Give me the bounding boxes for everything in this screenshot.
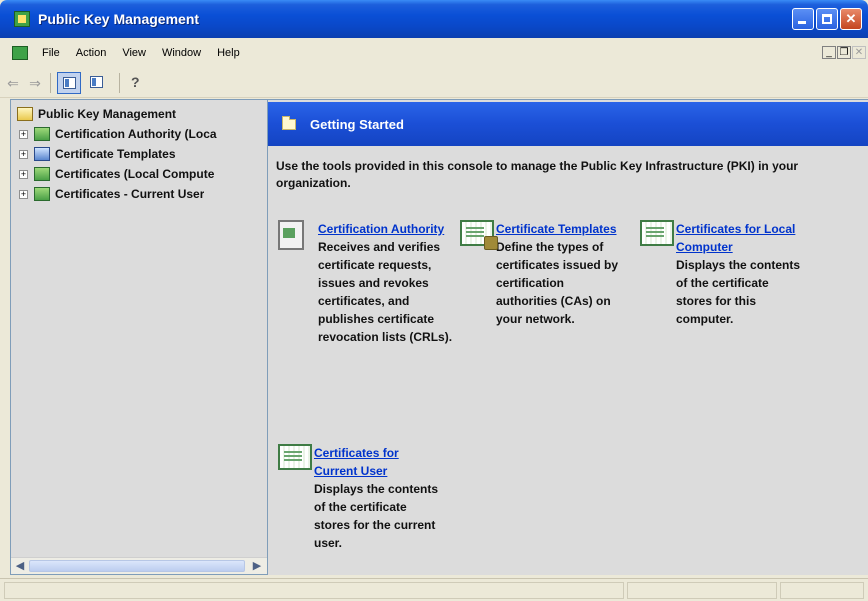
help-icon: ? bbox=[131, 73, 140, 90]
tree-item-label: Certification Authority (Loca bbox=[55, 127, 217, 141]
certification-authority-link[interactable]: Certification Authority bbox=[318, 220, 454, 238]
child-restore-button[interactable]: ❐ bbox=[837, 46, 851, 59]
console-app-icon bbox=[14, 11, 30, 27]
menu-file[interactable]: File bbox=[34, 47, 68, 59]
close-icon: ✕ bbox=[845, 11, 857, 26]
expand-icon[interactable]: + bbox=[19, 149, 28, 159]
getting-started-header: Getting Started bbox=[268, 102, 868, 146]
scroll-left-icon[interactable]: ◀ bbox=[13, 560, 27, 572]
forward-arrow-icon[interactable]: ⇒ bbox=[26, 74, 44, 92]
tree-item-certificate-templates[interactable]: + Certificate Templates bbox=[11, 144, 176, 164]
intro-text: Use the tools provided in this console t… bbox=[276, 159, 799, 190]
certificates-current-user-description: Displays the contents of the certificate… bbox=[314, 482, 439, 550]
folder-icon bbox=[282, 115, 296, 130]
expand-icon[interactable]: + bbox=[19, 169, 28, 179]
menu-action[interactable]: Action bbox=[68, 47, 115, 59]
console-tree[interactable]: Public Key Management + Certification Au… bbox=[10, 99, 268, 575]
tree-root[interactable]: Public Key Management bbox=[11, 104, 176, 124]
certificate-templates-description: Define the types of certificates issued … bbox=[496, 240, 619, 326]
toolbar-separator bbox=[50, 72, 51, 93]
page-title: Getting Started bbox=[310, 116, 404, 132]
export-list-icon bbox=[90, 75, 103, 88]
certificate-templates-icon[interactable] bbox=[460, 220, 498, 250]
show-hide-console-tree-button[interactable] bbox=[57, 71, 81, 94]
certificates-icon bbox=[34, 187, 50, 201]
item-certificate-templates: Certificate Templates Define the types o… bbox=[460, 220, 628, 328]
console-document-icon[interactable] bbox=[12, 46, 28, 60]
certificate-templates-icon bbox=[34, 147, 50, 161]
details-pane: Getting Started Use the tools provided i… bbox=[268, 99, 868, 575]
certificate-templates-link[interactable]: Certificate Templates bbox=[496, 220, 620, 238]
child-close-button[interactable]: ✕ bbox=[852, 46, 866, 59]
status-bar bbox=[0, 578, 868, 601]
certificates-icon bbox=[34, 167, 50, 181]
menu-window[interactable]: Window bbox=[154, 47, 209, 59]
item-certificates-current-user: Certificates for Current User Displays t… bbox=[278, 444, 454, 552]
expand-icon[interactable]: + bbox=[19, 189, 28, 199]
window-controls: ✕ bbox=[792, 8, 862, 30]
minimize-icon bbox=[798, 21, 806, 24]
tree-item-certificates-current-user[interactable]: + Certificates - Current User bbox=[11, 184, 204, 204]
back-arrow-icon[interactable]: ⇐ bbox=[4, 74, 22, 92]
certification-authority-description: Receives and verifies certificate reques… bbox=[318, 240, 453, 344]
tree-root-label: Public Key Management bbox=[38, 107, 177, 121]
expand-icon[interactable]: + bbox=[19, 129, 28, 139]
status-pane bbox=[780, 582, 864, 599]
help-button[interactable]: ? bbox=[126, 72, 150, 94]
certification-authority-icon bbox=[34, 127, 50, 141]
child-minimize-button[interactable]: _ bbox=[822, 46, 836, 59]
toolbar-separator bbox=[119, 72, 120, 93]
status-pane bbox=[627, 582, 777, 599]
maximize-icon bbox=[822, 14, 832, 24]
child-window-controls: _ ❐ ✕ bbox=[822, 46, 866, 59]
certificates-current-user-icon[interactable] bbox=[278, 444, 312, 470]
item-certificates-local-computer: Certificates for Local Computer Displays… bbox=[640, 220, 820, 328]
scroll-right-icon[interactable]: ▶ bbox=[250, 560, 264, 572]
certificates-local-computer-link[interactable]: Certificates for Local Computer bbox=[676, 220, 808, 256]
window-title: Public Key Management bbox=[38, 11, 200, 27]
tree-item-certificates-local-computer[interactable]: + Certificates (Local Compute bbox=[11, 164, 214, 184]
console-tree-icon bbox=[63, 76, 76, 89]
console-root-icon bbox=[17, 107, 33, 121]
tree-item-label: Certificates (Local Compute bbox=[55, 167, 215, 181]
tree-item-label: Certificates - Current User bbox=[55, 187, 205, 201]
minimize-button[interactable] bbox=[792, 8, 814, 30]
status-pane bbox=[4, 582, 624, 599]
horizontal-scrollbar[interactable]: ◀ ▶ bbox=[11, 557, 267, 574]
maximize-button[interactable] bbox=[816, 8, 838, 30]
certificates-current-user-link[interactable]: Certificates for Current User bbox=[314, 444, 444, 480]
menu-bar: File Action View Window Help _ ❐ ✕ bbox=[0, 38, 868, 68]
toolbar: ⇐ ⇒ ? bbox=[0, 68, 868, 98]
close-button[interactable]: ✕ bbox=[840, 8, 862, 30]
item-certification-authority: Certification Authority Receives and ver… bbox=[278, 220, 454, 346]
tree-item-label: Certificate Templates bbox=[55, 147, 176, 161]
certificates-local-computer-icon[interactable] bbox=[640, 220, 674, 246]
tree-item-certification-authority[interactable]: + Certification Authority (Loca bbox=[11, 124, 217, 144]
export-list-button[interactable] bbox=[85, 72, 109, 94]
menu-view[interactable]: View bbox=[114, 47, 154, 59]
menu-help[interactable]: Help bbox=[209, 47, 248, 59]
certification-authority-icon[interactable] bbox=[278, 220, 304, 250]
title-bar[interactable]: Public Key Management ✕ bbox=[0, 0, 868, 38]
scrollbar-thumb[interactable] bbox=[29, 560, 245, 572]
certificates-local-computer-description: Displays the contents of the certificate… bbox=[676, 258, 801, 326]
